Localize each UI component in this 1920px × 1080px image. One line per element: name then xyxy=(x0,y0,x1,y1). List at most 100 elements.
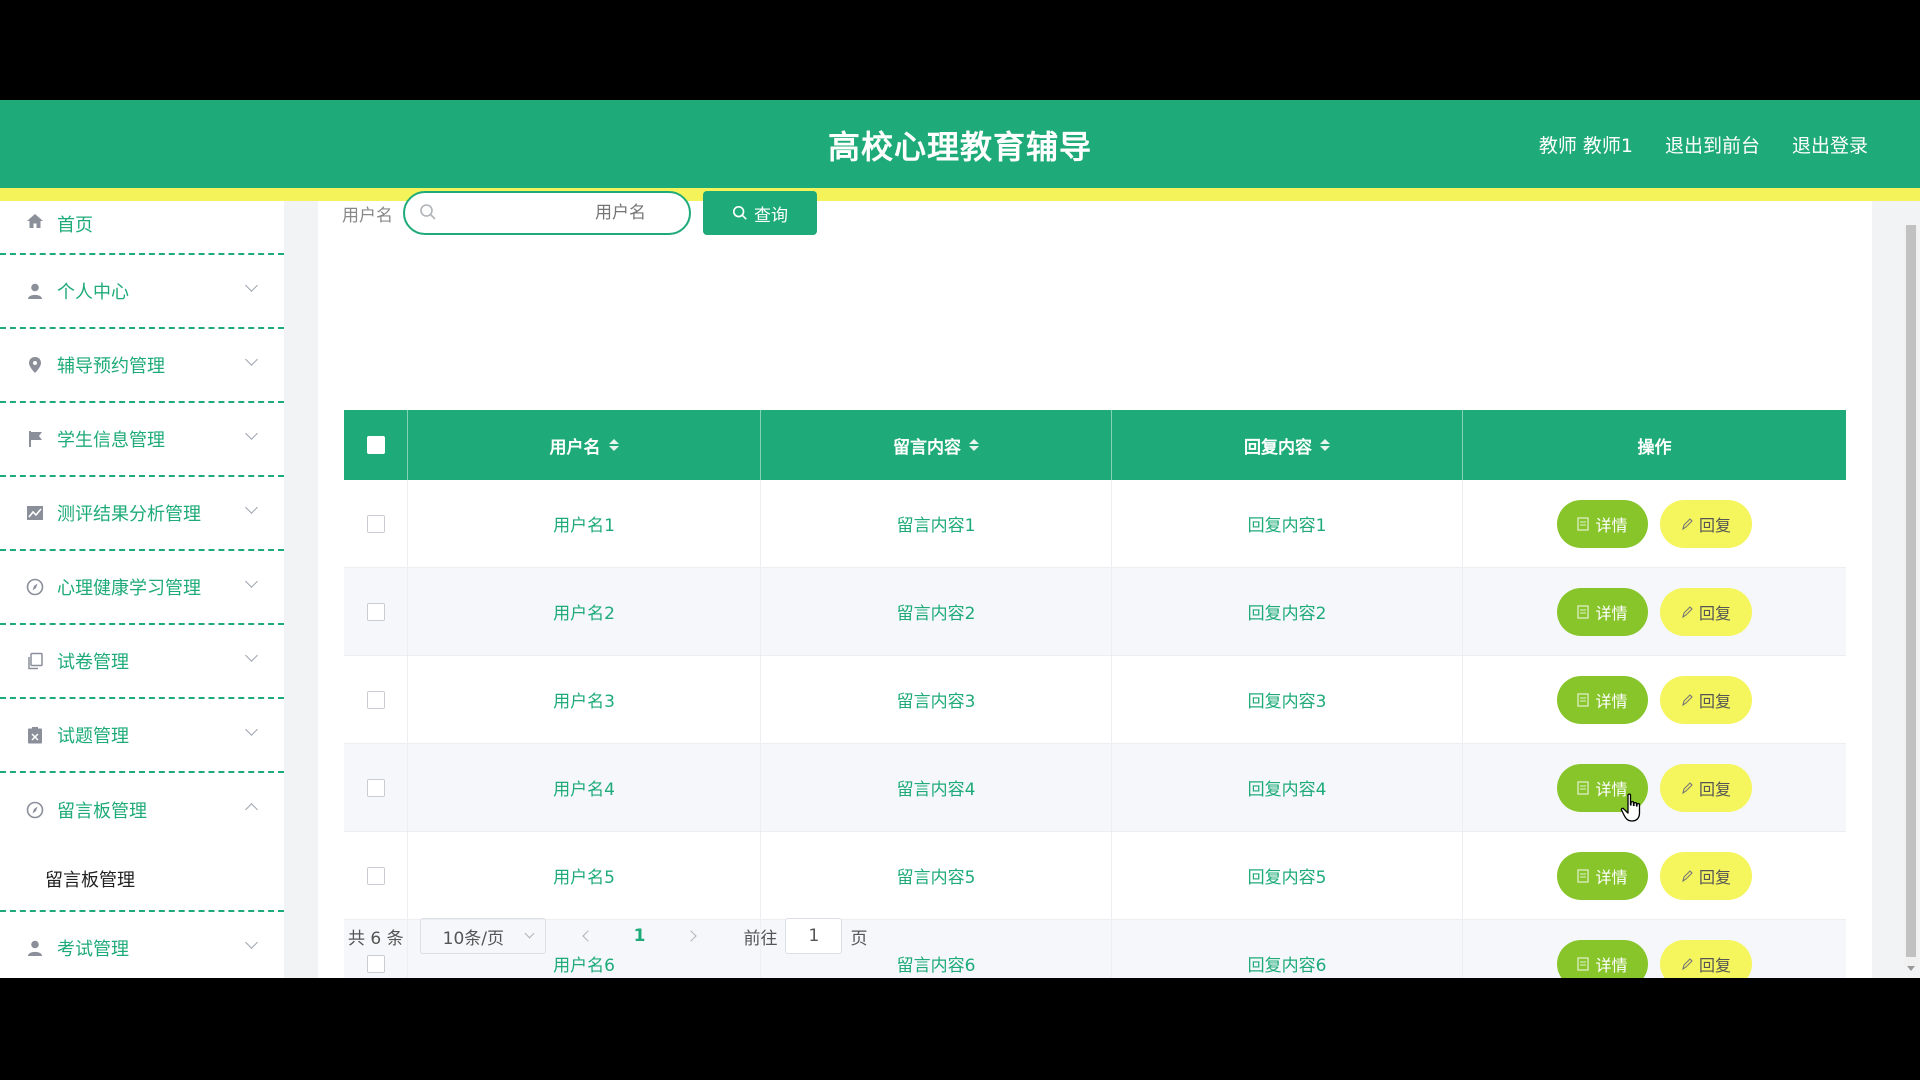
reply-button-label: 回复 xyxy=(1698,603,1731,623)
cell-actions: 详情 回复 xyxy=(1463,480,1846,567)
reply-button[interactable]: 回复 xyxy=(1660,939,1752,978)
detail-button-label: 详情 xyxy=(1595,515,1628,535)
row-select-cell xyxy=(344,656,408,743)
sort-icon[interactable] xyxy=(969,439,979,451)
cell-actions: 详情 回复 xyxy=(1463,920,1846,978)
sidebar-item-exam-management[interactable]: 考试管理 xyxy=(0,912,284,978)
row-checkbox[interactable] xyxy=(366,514,385,533)
detail-button[interactable]: 详情 xyxy=(1557,939,1648,978)
edit-icon xyxy=(1682,605,1693,618)
column-header-reply-content[interactable]: 回复内容 xyxy=(1112,410,1463,480)
search-icon xyxy=(732,205,747,220)
chevron-down-icon xyxy=(245,501,258,514)
logout-link[interactable]: 退出登录 xyxy=(1792,131,1868,158)
document-icon xyxy=(1577,692,1590,707)
reply-button-label: 回复 xyxy=(1698,515,1731,535)
column-header-actions: 操作 xyxy=(1463,410,1846,480)
reply-button[interactable]: 回复 xyxy=(1660,587,1752,636)
hand-cursor-icon xyxy=(1620,793,1641,822)
row-checkbox[interactable] xyxy=(366,866,385,885)
search-label: 用户名 xyxy=(342,205,393,226)
cell-actions: 详情 回复 xyxy=(1463,744,1846,831)
sidebar-item-student-info[interactable]: 学生信息管理 xyxy=(0,403,284,477)
chevron-down-icon xyxy=(245,936,258,949)
clipboard-icon xyxy=(25,725,45,745)
cell-message-content: 留言内容4 xyxy=(761,744,1112,831)
chevron-down-icon xyxy=(245,575,258,588)
reply-button[interactable]: 回复 xyxy=(1660,675,1752,724)
detail-button[interactable]: 详情 xyxy=(1557,499,1648,548)
sidebar-item-mental-health-learning[interactable]: 心理健康学习管理 xyxy=(0,551,284,625)
search-button[interactable]: 查询 xyxy=(703,191,817,235)
column-header-username[interactable]: 用户名 xyxy=(408,410,761,480)
reply-button[interactable]: 回复 xyxy=(1660,763,1752,812)
location-pin-icon xyxy=(25,355,45,375)
sort-icon[interactable] xyxy=(608,439,619,451)
search-input[interactable] xyxy=(405,193,689,233)
prev-page-button[interactable] xyxy=(581,930,594,942)
sidebar-item-label: 留言板管理 xyxy=(57,801,147,822)
reply-button-label: 回复 xyxy=(1698,691,1731,711)
detail-button[interactable]: 详情 xyxy=(1557,675,1648,724)
page-scrollbar[interactable] xyxy=(1904,225,1918,971)
top-header: 高校心理教育辅导 教师 教师1 退出到前台 退出登录 xyxy=(0,100,1920,188)
edit-icon xyxy=(1682,781,1693,794)
reply-button[interactable]: 回复 xyxy=(1660,499,1752,548)
compass-icon xyxy=(25,800,45,820)
cell-reply-content: 回复内容5 xyxy=(1112,832,1463,919)
sidebar-item-appointment[interactable]: 辅导预约管理 xyxy=(0,329,284,403)
submenu-item-message-board[interactable]: 留言板管理 xyxy=(0,847,284,912)
reply-button-label: 回复 xyxy=(1698,867,1731,887)
message-table: 用户名 留言内容 回复内容 操作 用户名1 留言内容1 回复内容1 详情 回复 … xyxy=(344,410,1846,978)
page-size-select[interactable]: 10条/页 xyxy=(419,918,546,954)
chevron-down-icon xyxy=(245,279,258,292)
sidebar-item-personal-center[interactable]: 个人中心 xyxy=(0,255,284,329)
goto-page-input[interactable] xyxy=(785,918,843,954)
exit-to-front-link[interactable]: 退出到前台 xyxy=(1665,131,1760,158)
sidebar-item-evaluation-analysis[interactable]: 测评结果分析管理 xyxy=(0,477,284,551)
row-select-cell xyxy=(344,832,408,919)
detail-button[interactable]: 详情 xyxy=(1557,851,1648,900)
sidebar-item-label: 学生信息管理 xyxy=(57,430,165,451)
reply-button[interactable]: 回复 xyxy=(1660,851,1752,900)
scrollbar-thumb[interactable] xyxy=(1906,225,1916,957)
edit-icon xyxy=(1682,693,1693,706)
user-icon xyxy=(25,281,45,301)
cell-message-content: 留言内容2 xyxy=(761,568,1112,655)
cell-message-content: 留言内容3 xyxy=(761,656,1112,743)
goto-label: 前往 xyxy=(743,928,778,949)
cell-username: 用户名3 xyxy=(408,656,761,743)
current-user[interactable]: 教师 教师1 xyxy=(1539,131,1633,158)
cell-message-content: 留言内容5 xyxy=(761,832,1112,919)
search-button-label: 查询 xyxy=(754,205,788,226)
next-page-button[interactable] xyxy=(685,930,698,942)
document-icon xyxy=(1577,780,1590,795)
row-checkbox[interactable] xyxy=(366,690,385,709)
select-all-checkbox[interactable] xyxy=(366,436,385,454)
row-select-cell xyxy=(344,480,408,567)
cell-reply-content: 回复内容6 xyxy=(1112,920,1463,978)
sidebar: 首页 个人中心 辅导预约管理 学生信息管理 测评结果分析管理 心理健康学习管理 … xyxy=(0,201,284,978)
sidebar-item-question-management[interactable]: 试题管理 xyxy=(0,699,284,773)
page-size-value: 10条/页 xyxy=(442,928,504,949)
search-field[interactable] xyxy=(403,191,691,235)
column-header-message-content[interactable]: 留言内容 xyxy=(761,410,1112,480)
sidebar-item-label: 试题管理 xyxy=(57,726,129,747)
search-icon xyxy=(419,203,437,225)
sidebar-item-home[interactable]: 首页 xyxy=(0,201,284,255)
page-number[interactable]: 1 xyxy=(634,926,646,946)
edit-icon xyxy=(1682,869,1693,882)
scroll-down-arrow-icon[interactable] xyxy=(1907,966,1915,971)
row-checkbox[interactable] xyxy=(366,954,385,973)
sort-icon[interactable] xyxy=(1320,439,1330,451)
sidebar-item-message-board[interactable]: 留言板管理 xyxy=(0,773,284,847)
header-nav: 教师 教师1 退出到前台 退出登录 xyxy=(1539,131,1868,158)
reply-button-label: 回复 xyxy=(1698,955,1731,975)
sidebar-item-paper-management[interactable]: 试卷管理 xyxy=(0,625,284,699)
edit-icon xyxy=(1682,517,1693,530)
user-icon xyxy=(25,938,45,958)
reply-button-label: 回复 xyxy=(1698,779,1731,799)
row-checkbox[interactable] xyxy=(366,778,385,797)
row-checkbox[interactable] xyxy=(366,602,385,621)
detail-button[interactable]: 详情 xyxy=(1557,587,1648,636)
